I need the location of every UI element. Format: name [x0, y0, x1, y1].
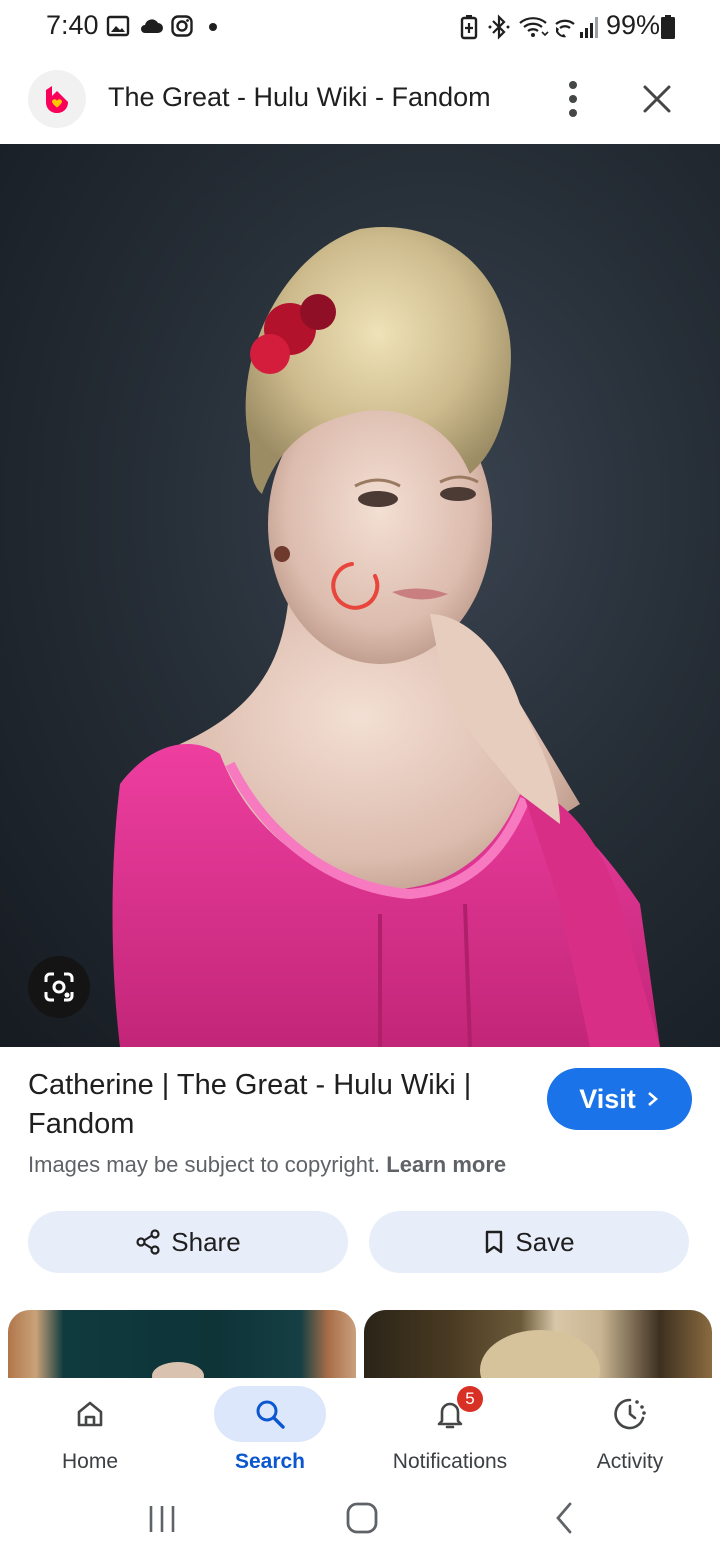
status-time: 7:40 [46, 10, 99, 40]
bell-icon: 5 [394, 1386, 506, 1442]
visit-button[interactable]: Visit [547, 1068, 692, 1130]
related-image-thumbnail[interactable] [364, 1310, 712, 1378]
portrait-image [112, 226, 660, 1047]
result-title[interactable]: Catherine | The Great - Hulu Wiki | Fand… [28, 1066, 528, 1144]
wifi-call-icon [555, 19, 575, 38]
more-vert-icon[interactable] [556, 76, 590, 122]
nav-activity[interactable]: Activity [540, 1378, 720, 1492]
status-bar: 7:40 99% [0, 0, 720, 56]
dot-icon [209, 23, 217, 31]
gallery-icon [106, 15, 130, 37]
share-label: Share [171, 1226, 241, 1257]
nav-search-label: Search [234, 1450, 306, 1473]
google-lens-icon[interactable] [28, 956, 90, 1018]
notification-badge: 5 [457, 1386, 483, 1412]
nav-home-label: Home [61, 1450, 119, 1473]
learn-more-link[interactable]: Learn more [386, 1152, 506, 1177]
visit-label: Visit [579, 1083, 636, 1114]
battery-saver-icon [460, 15, 478, 40]
nav-notifications[interactable]: 5 Notifications [360, 1378, 540, 1492]
cloud-icon [141, 19, 163, 33]
save-label: Save [515, 1226, 575, 1257]
home-button-icon[interactable] [344, 1500, 380, 1536]
nav-home[interactable]: Home [0, 1378, 180, 1492]
viewer-header: The Great - Hulu Wiki - Fandom [0, 56, 720, 144]
recent-apps-icon[interactable] [146, 1502, 178, 1536]
bluetooth-icon [488, 14, 510, 40]
related-image-thumbnail[interactable] [8, 1310, 356, 1378]
chevron-right-icon [647, 1092, 658, 1106]
page-title[interactable]: The Great - Hulu Wiki - Fandom [108, 82, 491, 113]
wifi-icon [519, 17, 549, 37]
bottom-navigation: Home Search 5 Notifications Activity [0, 1378, 720, 1492]
nav-search[interactable]: Search [180, 1378, 360, 1492]
share-button[interactable]: Share [28, 1211, 348, 1273]
instagram-icon [171, 15, 193, 37]
battery-percent: 99% [606, 10, 661, 40]
back-icon[interactable] [550, 1500, 578, 1536]
battery-icon [661, 15, 675, 39]
copyright-text: Images may be subject to copyright. [28, 1152, 381, 1177]
share-icon [136, 1229, 160, 1255]
nav-notifications-label: Notifications [392, 1450, 508, 1473]
preview-image[interactable] [0, 144, 720, 1047]
search-icon [214, 1386, 326, 1442]
thumbnail-art [480, 1330, 600, 1378]
nav-activity-label: Activity [596, 1450, 664, 1473]
signal-icon [580, 17, 598, 38]
bookmark-icon [486, 1230, 503, 1254]
activity-icon [574, 1386, 686, 1442]
copyright-notice: Images may be subject to copyright. Lear… [28, 1152, 506, 1178]
close-icon[interactable] [636, 78, 678, 120]
system-navigation-bar [0, 1492, 720, 1560]
thumbnail-art [152, 1362, 204, 1378]
save-button[interactable]: Save [369, 1211, 689, 1273]
home-icon [34, 1386, 146, 1442]
fandom-logo-icon[interactable] [28, 70, 86, 128]
